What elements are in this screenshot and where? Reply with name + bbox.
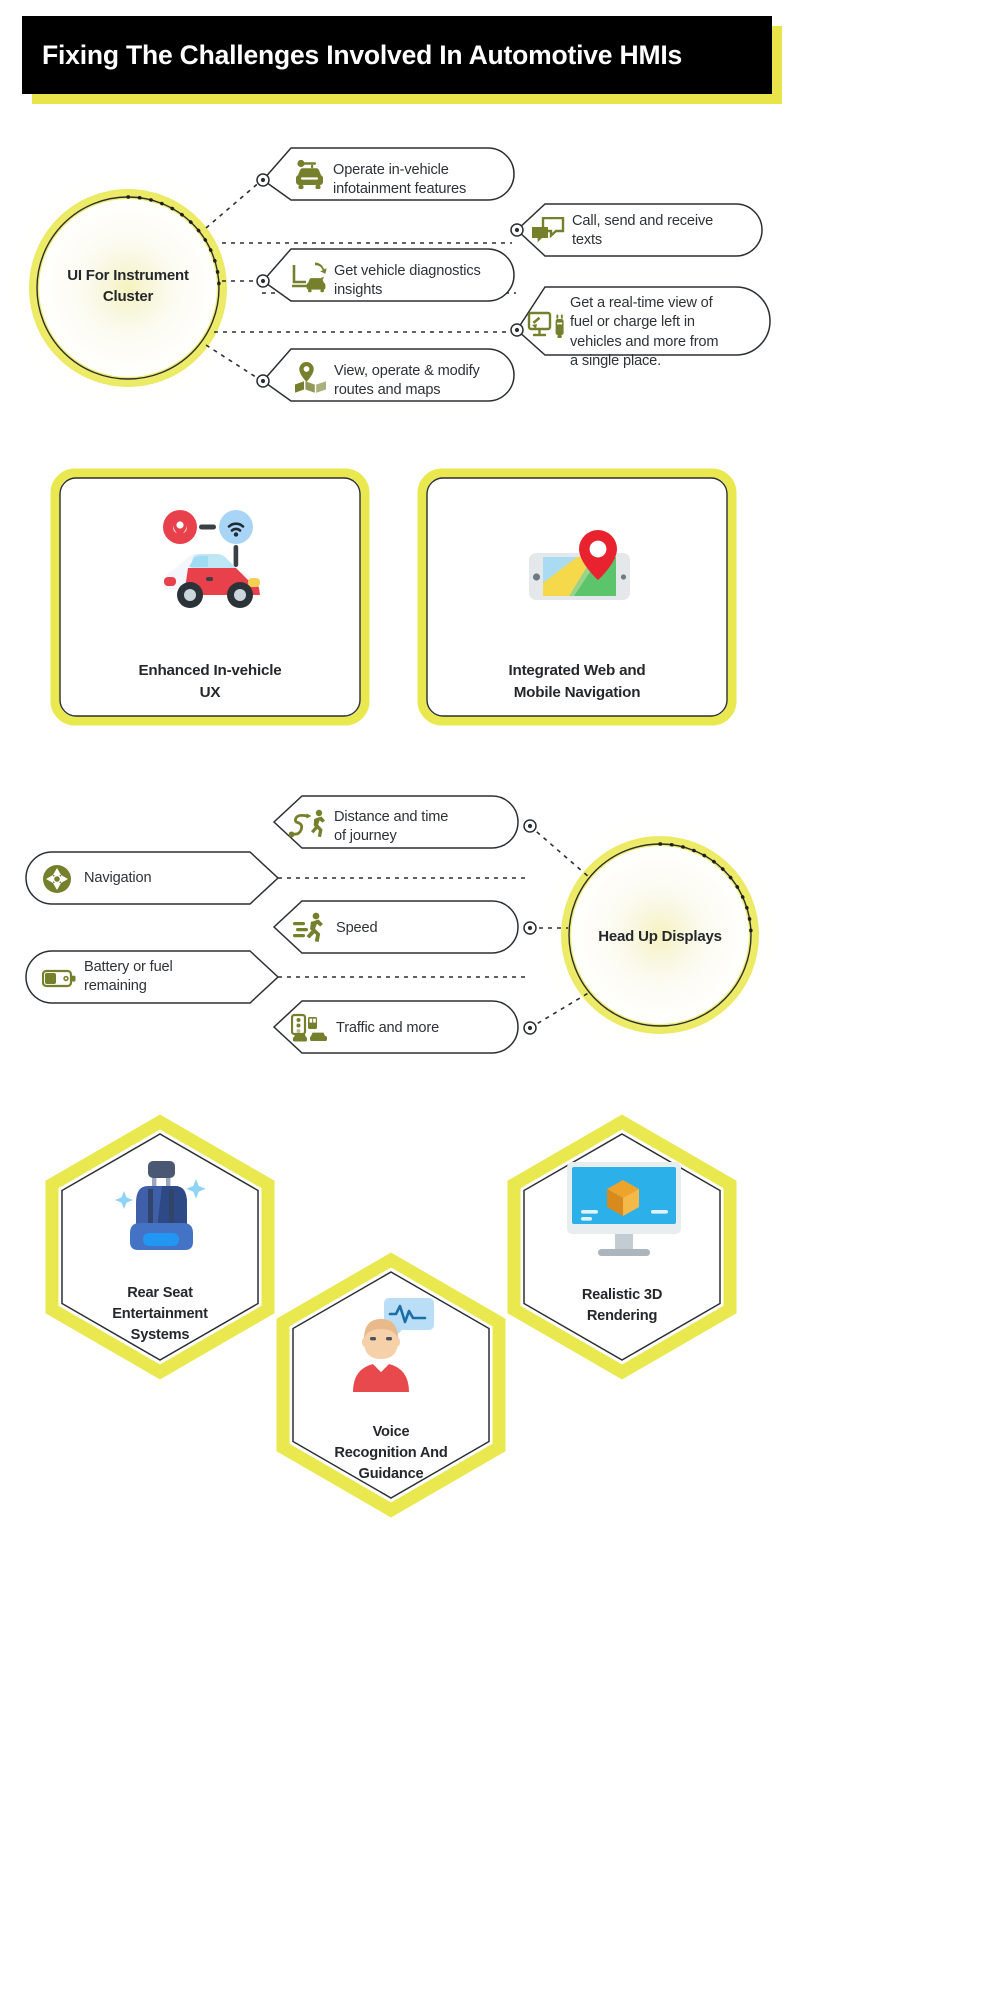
- callout-call-text: Call, send and receive texts: [572, 212, 762, 251]
- hex-title-line2: Recognition And: [334, 1445, 448, 1462]
- hud-hub-label: Head Up Displays: [570, 927, 750, 948]
- hud-item-speed: Speed: [336, 919, 516, 938]
- header-bar: Fixing The Challenges Involved In Automo…: [22, 16, 772, 94]
- page-header: Fixing The Challenges Involved In Automo…: [22, 16, 782, 104]
- callout-line2: fuel or charge left in: [570, 314, 695, 331]
- callout-line2: infotainment features: [333, 181, 467, 198]
- card-title-integrated-navigation: Integrated Web and Mobile Navigation: [427, 660, 727, 703]
- map-route-icon: [293, 360, 329, 394]
- callout-operate-infotainment: Operate in-vehicle infotainment features: [333, 161, 513, 200]
- hud-item-traffic: Traffic and more: [336, 1019, 526, 1038]
- hud-item-line2: remaining: [84, 978, 147, 995]
- card-title-line2: Mobile Navigation: [513, 683, 641, 701]
- hex-title-line2: Rendering: [586, 1308, 658, 1325]
- hud-item-battery-fuel: Battery or fuel remaining: [84, 958, 264, 997]
- hud-item-navigation: Navigation: [84, 869, 264, 888]
- callout-line1: Get a real-time view of: [570, 295, 713, 311]
- running-speed-icon: [291, 911, 329, 943]
- callout-line1: Operate in-vehicle: [333, 162, 449, 178]
- hud-item-line1: Battery or fuel: [84, 959, 173, 975]
- distance-time-icon: [288, 808, 327, 840]
- hex-title-realistic-3d: Realistic 3D Rendering: [522, 1285, 722, 1327]
- callout-line1: View, operate & modify: [334, 363, 480, 379]
- hud-item-line1: Distance and time: [334, 809, 449, 825]
- callout-vehicle-diagnostics: Get vehicle diagnostics insights: [334, 262, 524, 301]
- callout-line2: routes and maps: [334, 382, 441, 399]
- callout-line3: vehicles and more from: [570, 333, 719, 350]
- callout-line1: Call, send and receive: [572, 213, 714, 229]
- car-seat-icon: [108, 1155, 213, 1260]
- card-title-line1: Enhanced In-vehicle: [138, 662, 282, 679]
- card-title-line2: UX: [199, 683, 221, 701]
- battery-icon: [41, 966, 76, 990]
- callout-line1: Get vehicle diagnostics: [334, 263, 481, 279]
- hud-item-line2: of journey: [334, 828, 397, 845]
- traffic-icon: [290, 1011, 329, 1043]
- chat-bubbles-icon: [531, 216, 565, 247]
- mobile-map-icon: [527, 525, 632, 615]
- hud-item-label: Speed: [336, 920, 378, 936]
- monitor-3d-icon: [565, 1160, 683, 1260]
- hub-label-line2: Cluster: [102, 287, 154, 305]
- hud-right-nodes: [523, 819, 537, 1035]
- callout-routes-maps: View, operate & modify routes and maps: [334, 362, 524, 401]
- hud-item-distance-time: Distance and time of journey: [334, 808, 519, 847]
- infographic-page: Fixing The Challenges Involved In Automo…: [0, 0, 1000, 1997]
- hex-title-line2: Entertainment: [112, 1306, 208, 1323]
- hex-title-line1: Rear Seat: [127, 1285, 193, 1301]
- hex-title-line3: Guidance: [358, 1466, 424, 1483]
- card-title-enhanced-ux: Enhanced In-vehicle UX: [60, 660, 360, 703]
- callout-line2: insights: [334, 282, 383, 299]
- callout-line2: texts: [572, 232, 603, 249]
- hex-title-line1: Realistic 3D: [581, 1287, 663, 1303]
- card-title-line1: Integrated Web and: [508, 662, 646, 679]
- voice-recognition-icon: [344, 1295, 444, 1395]
- fuel-charge-icon: [527, 310, 567, 342]
- vehicle-diagnostics-icon: [291, 259, 329, 293]
- callout-line4: a single place.: [570, 353, 662, 370]
- hud-hub-label-text: Head Up Displays: [598, 928, 722, 945]
- hex-title-rear-seat: Rear Seat Entertainment Systems: [60, 1283, 260, 1346]
- instrument-cluster-hub-label: UI For Instrument Cluster: [38, 266, 218, 307]
- compass-icon: [42, 864, 72, 894]
- hud-item-label: Traffic and more: [336, 1020, 440, 1036]
- cluster-left-nodes: [256, 173, 270, 388]
- callout-fuel-charge-view: Get a real-time view of fuel or charge l…: [570, 294, 775, 372]
- hud-item-label: Navigation: [84, 870, 152, 886]
- hex-title-line3: Systems: [130, 1327, 190, 1344]
- hub-label-line1: UI For Instrument: [67, 267, 189, 284]
- connected-car-icon: [148, 505, 273, 620]
- hex-title-line1: Voice: [372, 1424, 410, 1440]
- hex-title-voice-recognition: Voice Recognition And Guidance: [291, 1422, 491, 1485]
- page-title: Fixing The Challenges Involved In Automo…: [42, 39, 683, 70]
- car-key-icon: [292, 158, 328, 192]
